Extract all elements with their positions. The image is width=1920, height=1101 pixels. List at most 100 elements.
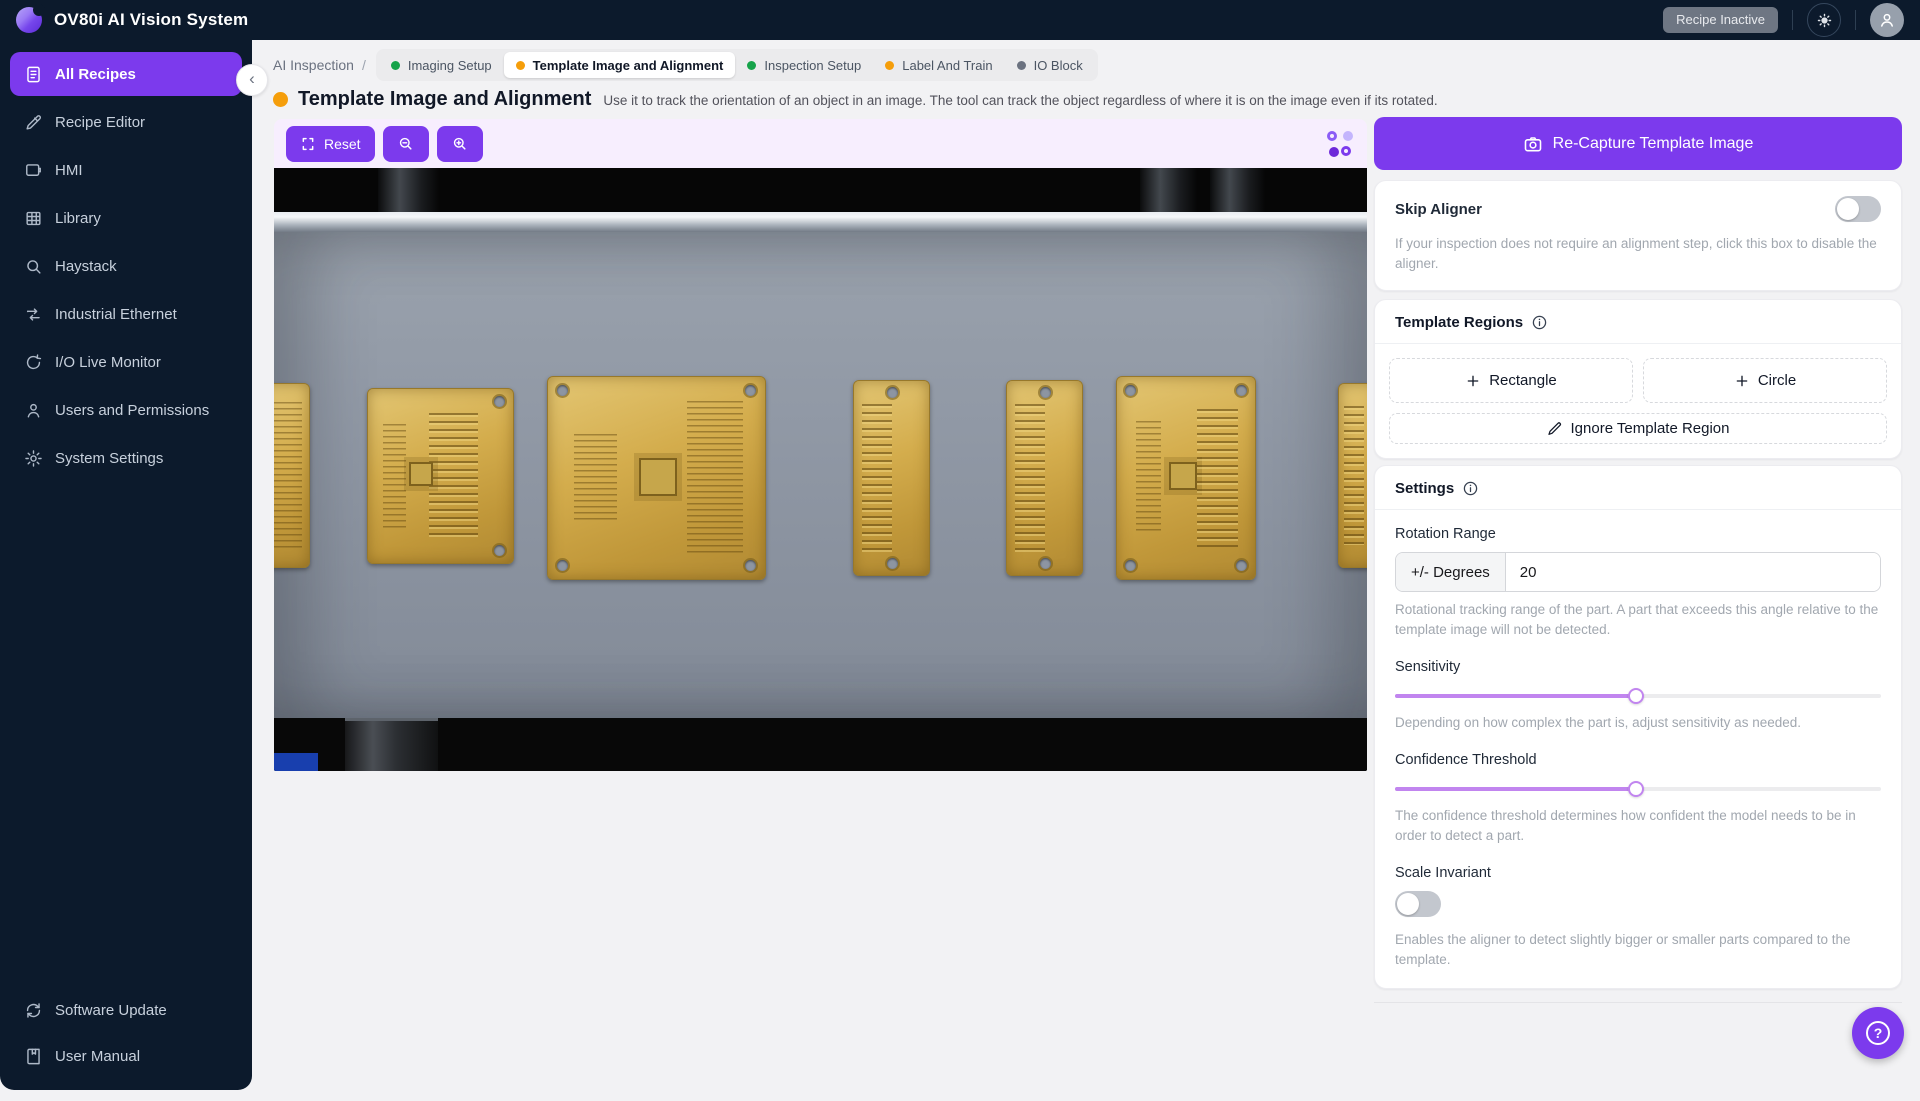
skip-aligner-description: If your inspection does not require an a… xyxy=(1395,234,1881,274)
step-inspection-setup[interactable]: Inspection Setup xyxy=(735,52,873,78)
sidebar-item-io-live-monitor[interactable]: I/O Live Monitor xyxy=(10,340,242,384)
scale-invariant-toggle[interactable] xyxy=(1395,891,1441,917)
sun-icon xyxy=(1816,12,1833,29)
skip-aligner-label: Skip Aligner xyxy=(1395,201,1482,218)
pcb-part xyxy=(853,380,930,576)
confidence-threshold-description: The confidence threshold determines how … xyxy=(1395,806,1881,846)
info-icon[interactable] xyxy=(1462,480,1479,497)
rotation-range-input[interactable] xyxy=(1506,553,1880,591)
machine-post xyxy=(345,718,438,771)
recipe-status-badge: Recipe Inactive xyxy=(1663,7,1778,33)
ignore-region-label: Ignore Template Region xyxy=(1571,420,1730,437)
plus-icon xyxy=(1465,373,1481,389)
sidebar-item-all-recipes[interactable]: All Recipes xyxy=(10,52,242,96)
search-icon xyxy=(24,257,43,276)
scale-invariant-description: Enables the aligner to detect slightly b… xyxy=(1395,930,1881,970)
machine-edge xyxy=(274,212,1367,232)
sidebar-item-users-permissions[interactable]: Users and Permissions xyxy=(10,388,242,432)
sensitivity-slider[interactable] xyxy=(1395,687,1881,705)
step-label: Label And Train xyxy=(902,58,992,73)
page-title-status-dot xyxy=(273,92,288,107)
sidebar-item-industrial-ethernet[interactable]: Industrial Ethernet xyxy=(10,292,242,336)
refresh-icon xyxy=(24,1001,43,1020)
main-content: AI Inspection / Imaging Setup Template I… xyxy=(252,40,1920,1101)
user-avatar-button[interactable] xyxy=(1870,3,1904,37)
sidebar-collapse-button[interactable]: ‹ xyxy=(236,64,268,96)
breadcrumb: AI Inspection / Imaging Setup Template I… xyxy=(273,49,1098,81)
sidebar-item-label: Library xyxy=(55,210,101,227)
help-button[interactable]: ? xyxy=(1852,1007,1904,1059)
machine-rail xyxy=(378,168,440,218)
sensitivity-description: Depending on how complex the part is, ad… xyxy=(1395,713,1881,733)
ignore-template-region-button[interactable]: Ignore Template Region xyxy=(1389,413,1887,444)
pcb-part xyxy=(274,383,310,568)
sidebar-item-haystack[interactable]: Haystack xyxy=(10,244,242,288)
sidebar-item-hmi[interactable]: HMI xyxy=(10,148,242,192)
slider-thumb[interactable] xyxy=(1628,688,1644,704)
add-rectangle-region-button[interactable]: Rectangle xyxy=(1389,358,1633,403)
pcb-part xyxy=(547,376,766,580)
skip-aligner-toggle[interactable] xyxy=(1835,196,1881,222)
zoom-out-button[interactable] xyxy=(383,126,429,162)
rotation-range-description: Rotational tracking range of the part. A… xyxy=(1395,600,1881,640)
sidebar-item-software-update[interactable]: Software Update xyxy=(10,988,242,1032)
status-dot xyxy=(885,61,894,70)
sidebar-item-label: HMI xyxy=(55,162,83,179)
sidebar-item-label: User Manual xyxy=(55,1048,140,1065)
status-dot xyxy=(391,61,400,70)
step-label: Inspection Setup xyxy=(764,58,861,73)
panel-divider xyxy=(1374,1002,1902,1003)
circle-label: Circle xyxy=(1758,372,1796,389)
sidebar-item-system-settings[interactable]: System Settings xyxy=(10,436,242,480)
reset-view-button[interactable]: Reset xyxy=(286,126,375,162)
recapture-template-button[interactable]: Re-Capture Template Image xyxy=(1374,117,1902,170)
pcb-part xyxy=(1006,380,1083,576)
grid-table-icon xyxy=(24,209,43,228)
theme-toggle-button[interactable] xyxy=(1807,3,1841,37)
zoom-in-button[interactable] xyxy=(437,126,483,162)
plus-icon xyxy=(1734,373,1750,389)
add-circle-region-button[interactable]: Circle xyxy=(1643,358,1887,403)
breadcrumb-separator: / xyxy=(362,57,366,73)
reset-label: Reset xyxy=(324,136,361,152)
template-regions-title: Template Regions xyxy=(1395,314,1523,331)
recipes-icon xyxy=(24,65,43,84)
header-divider xyxy=(1855,10,1856,30)
info-icon[interactable] xyxy=(1531,314,1548,331)
monitor-icon xyxy=(24,161,43,180)
sidebar-item-label: Recipe Editor xyxy=(55,114,145,131)
status-dot xyxy=(516,61,525,70)
template-image-viewer[interactable] xyxy=(274,168,1367,771)
sidebar-item-recipe-editor[interactable]: Recipe Editor xyxy=(10,100,242,144)
top-header: OV80i AI Vision System Recipe Inactive xyxy=(0,0,1920,40)
confidence-threshold-slider[interactable] xyxy=(1395,780,1881,798)
machine-detail xyxy=(274,753,318,771)
rectangle-label: Rectangle xyxy=(1489,372,1557,389)
alignment-settings-panel: Re-Capture Template Image Skip Aligner I… xyxy=(1374,117,1902,1003)
slider-thumb[interactable] xyxy=(1628,781,1644,797)
step-io-block[interactable]: IO Block xyxy=(1005,52,1095,78)
step-template-image-alignment[interactable]: Template Image and Alignment xyxy=(504,52,736,78)
status-dot xyxy=(1017,61,1026,70)
step-pills: Imaging Setup Template Image and Alignme… xyxy=(376,49,1098,81)
pencil-icon xyxy=(24,113,43,132)
template-regions-card: Template Regions Rectangle xyxy=(1374,299,1902,459)
person-icon xyxy=(1878,11,1896,29)
sidebar-item-label: I/O Live Monitor xyxy=(55,354,161,371)
user-icon xyxy=(24,401,43,420)
step-label-and-train[interactable]: Label And Train xyxy=(873,52,1004,78)
pcb-part xyxy=(367,388,514,564)
gear-icon xyxy=(24,449,43,468)
sidebar-item-label: System Settings xyxy=(55,450,163,467)
sidebar-item-user-manual[interactable]: User Manual xyxy=(10,1034,242,1078)
sidebar-item-library[interactable]: Library xyxy=(10,196,242,240)
sidebar-item-label: Users and Permissions xyxy=(55,402,209,419)
viewer-toolbar: Reset xyxy=(274,119,1367,168)
sidebar-item-label: Haystack xyxy=(55,258,117,275)
step-imaging-setup[interactable]: Imaging Setup xyxy=(379,52,504,78)
app-logo-icon xyxy=(16,7,42,33)
breadcrumb-root[interactable]: AI Inspection xyxy=(273,57,354,73)
sidebar-item-label: All Recipes xyxy=(55,66,136,83)
page-title: Template Image and Alignment xyxy=(298,88,591,111)
loop-arrow-icon xyxy=(24,353,43,372)
